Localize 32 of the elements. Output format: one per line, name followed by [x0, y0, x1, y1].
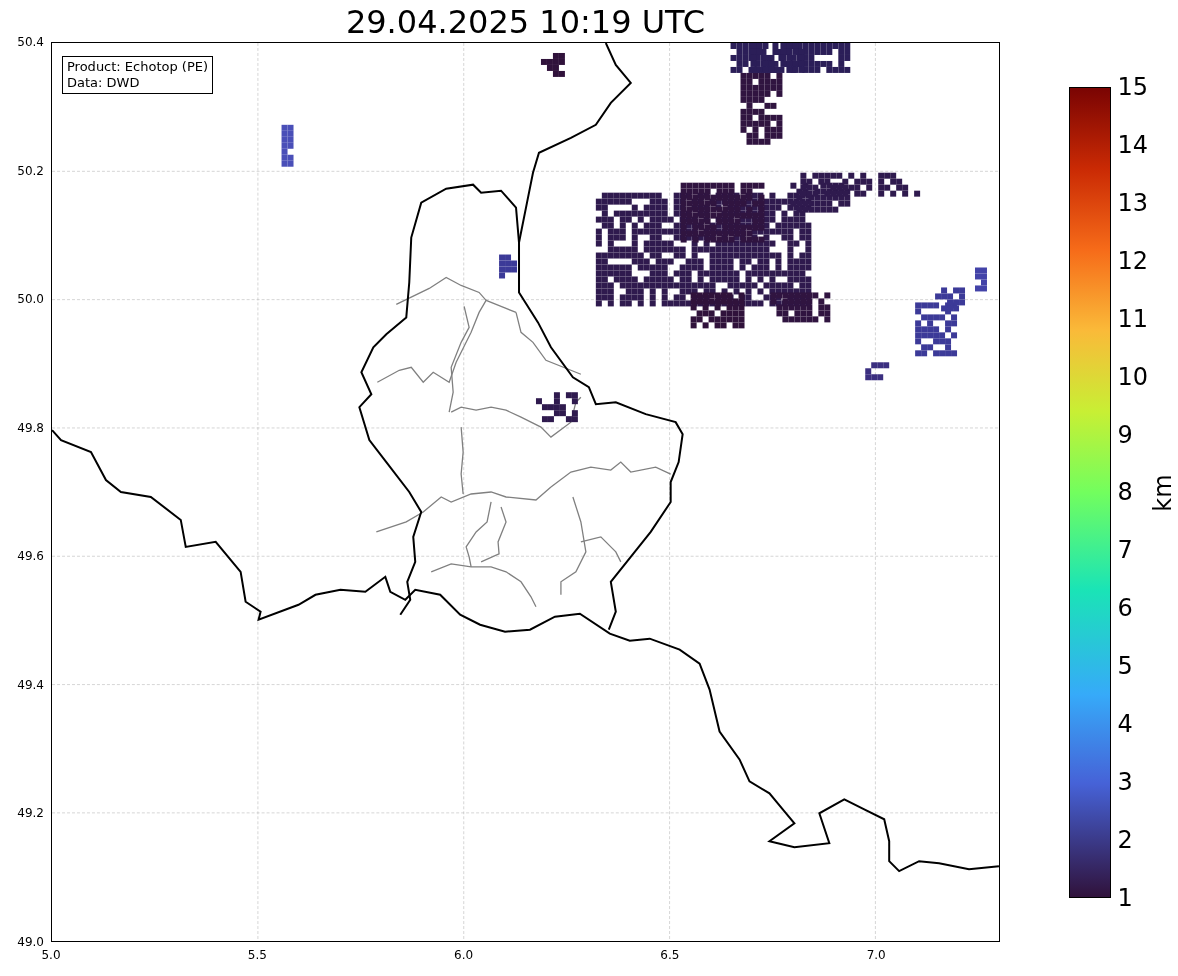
y-tick-label: 49.0 [17, 934, 44, 949]
x-tick-label: 7.0 [866, 948, 886, 962]
x-tick-label: 6.0 [454, 948, 474, 962]
colorbar-tick-label: 1 [1117, 884, 1134, 911]
colorbar-tick-label: 8 [1117, 479, 1134, 506]
colorbar-tick-label: 9 [1117, 421, 1134, 448]
colorbar-tick-label: 10 [1117, 363, 1148, 390]
x-tick-label: 6.5 [660, 948, 680, 962]
y-tick-label: 50.2 [17, 163, 44, 178]
y-tick-label: 49.4 [17, 677, 44, 692]
colorbar-tick-label: 6 [1117, 595, 1134, 622]
y-tick-label: 49.2 [17, 806, 44, 821]
y-tick-label: 49.8 [17, 420, 44, 435]
colorbar-tick-label: 11 [1117, 305, 1148, 332]
colorbar-tick-label: 4 [1117, 711, 1134, 738]
chart-title: 29.04.2025 10:19 UTC [345, 2, 706, 42]
x-tick-label: 5.0 [41, 948, 61, 962]
colorbar-tick-label: 13 [1117, 189, 1148, 216]
legend-text: Data: DWD [67, 75, 141, 91]
colorbar-tick-label: 7 [1117, 537, 1134, 564]
y-tick-label: 50.4 [17, 35, 44, 49]
y-tick-label: 49.6 [17, 549, 44, 564]
y-tick-label: 50.0 [17, 292, 44, 307]
legend-text: Product: Echotop (PE) [67, 59, 209, 75]
colorbar-tick-label: 14 [1117, 131, 1148, 158]
x-tick-label: 5.5 [247, 948, 267, 962]
colorbar-label: km [1149, 473, 1177, 512]
colorbar-tick-label: 15 [1117, 74, 1148, 100]
colorbar-tick-label: 5 [1117, 653, 1134, 680]
colorbar-tick-label: 12 [1117, 247, 1148, 274]
colorbar-tick-label: 3 [1117, 769, 1134, 796]
colorbar-tick-label: 2 [1117, 827, 1134, 853]
